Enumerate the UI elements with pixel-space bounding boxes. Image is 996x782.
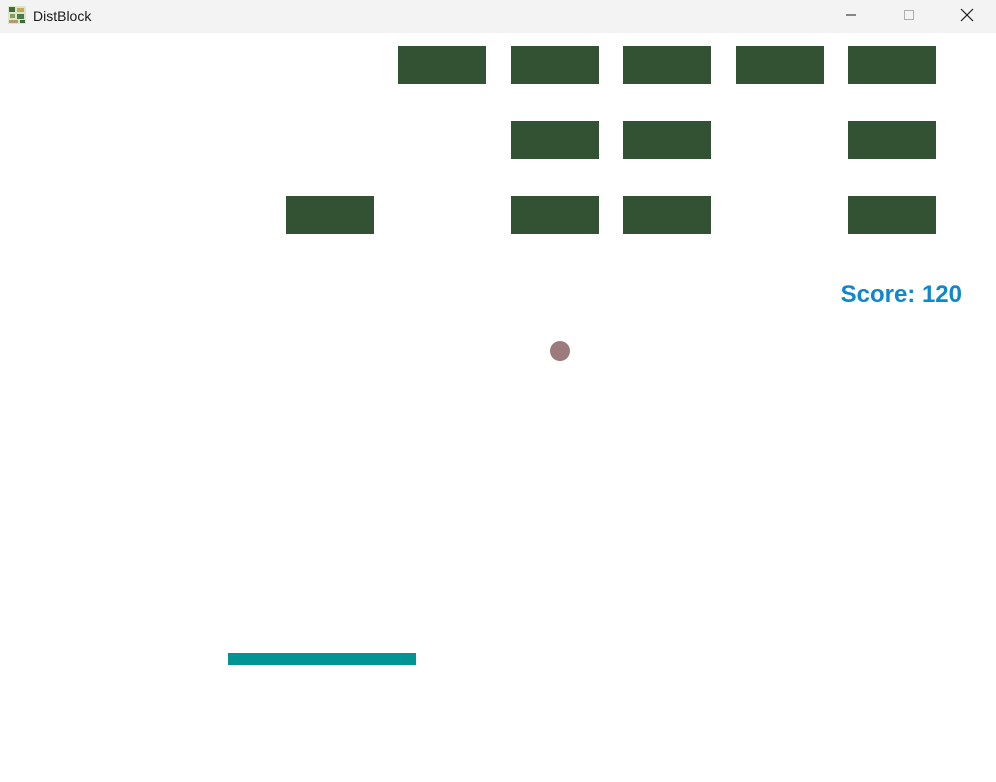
close-icon bbox=[960, 8, 974, 22]
score-display: Score: 120 bbox=[840, 281, 962, 308]
window-title: DistBlock bbox=[33, 8, 92, 24]
close-button[interactable] bbox=[939, 0, 995, 30]
brick bbox=[848, 196, 936, 234]
title-bar[interactable]: DistBlock bbox=[0, 0, 996, 33]
brick bbox=[398, 46, 486, 84]
maximize-button[interactable] bbox=[881, 0, 937, 30]
distblock-app-icon bbox=[8, 6, 26, 24]
brick bbox=[736, 46, 824, 84]
game-window: DistBlock Score: 120 bbox=[0, 0, 996, 782]
brick bbox=[511, 196, 599, 234]
brick bbox=[623, 121, 711, 159]
brick bbox=[286, 196, 374, 234]
paddle[interactable] bbox=[228, 653, 416, 665]
brick bbox=[848, 121, 936, 159]
minimize-icon bbox=[845, 9, 857, 21]
ball bbox=[550, 341, 570, 361]
brick bbox=[848, 46, 936, 84]
brick bbox=[511, 46, 599, 84]
brick bbox=[623, 46, 711, 84]
game-canvas[interactable]: Score: 120 bbox=[0, 33, 996, 782]
minimize-button[interactable] bbox=[823, 0, 879, 30]
brick bbox=[511, 121, 599, 159]
maximize-icon bbox=[903, 9, 915, 21]
brick bbox=[623, 196, 711, 234]
